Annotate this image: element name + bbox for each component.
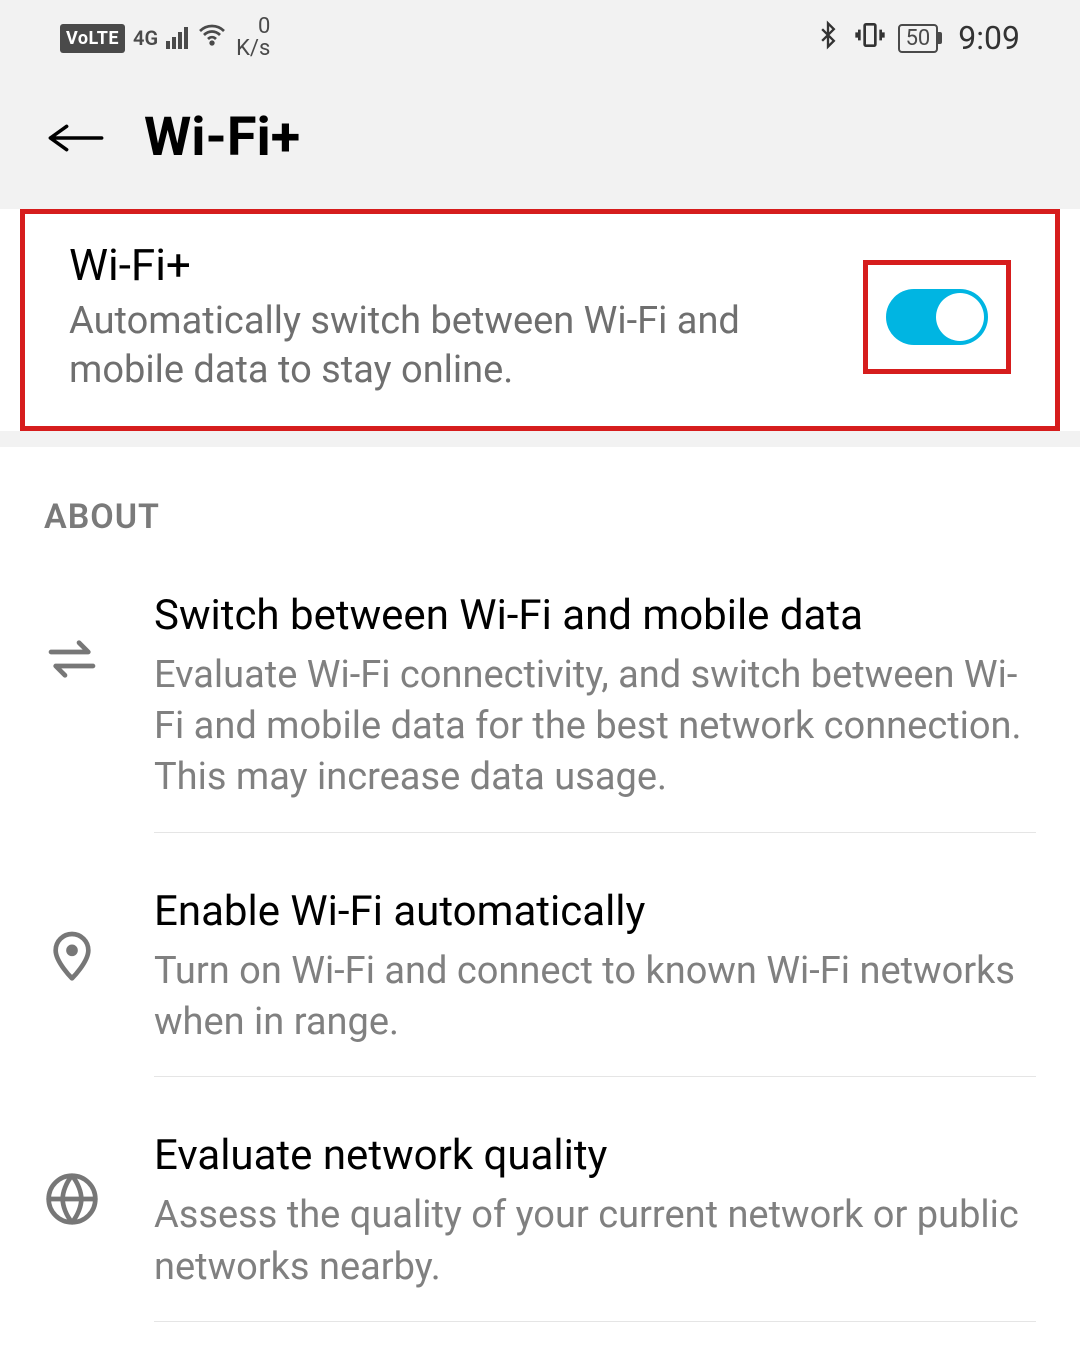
wifi-plus-toggle[interactable] (886, 289, 988, 345)
wifi-icon (196, 19, 228, 58)
about-item-title: Switch between Wi-Fi and mobile data (154, 591, 1036, 640)
about-item-enable: Enable Wi-Fi automatically Turn on Wi-Fi… (0, 863, 1080, 1108)
clock: 9:09 (958, 19, 1020, 57)
about-item-text: Enable Wi-Fi automatically Turn on Wi-Fi… (154, 887, 1036, 1078)
network-type-label: 4G (133, 26, 158, 50)
app-header: Wi-Fi+ (0, 76, 1080, 209)
page-title: Wi-Fi+ (144, 106, 300, 169)
about-section-header: ABOUT (0, 447, 1080, 567)
section-divider (0, 431, 1080, 447)
volte-badge: VoLTE (60, 24, 125, 53)
wifi-plus-toggle-description: Automatically switch between Wi-Fi and m… (69, 297, 823, 396)
data-rate-value: 0 (236, 16, 270, 38)
about-item-evaluate: Evaluate network quality Assess the qual… (0, 1107, 1080, 1352)
about-item-description: Assess the quality of your current netwo… (154, 1190, 1036, 1293)
back-button[interactable] (48, 110, 104, 166)
about-item-title: Evaluate network quality (154, 1131, 1036, 1180)
vibrate-icon (854, 19, 886, 58)
about-item-text: Evaluate network quality Assess the qual… (154, 1131, 1036, 1322)
about-item-description: Turn on Wi-Fi and connect to known Wi-Fi… (154, 946, 1036, 1049)
swap-icon (44, 591, 100, 687)
wifi-plus-info: Wi-Fi+ Automatically switch between Wi-F… (69, 239, 863, 396)
about-item-description: Evaluate Wi-Fi connectivity, and switch … (154, 650, 1036, 804)
about-item-switch: Switch between Wi-Fi and mobile data Eva… (0, 567, 1080, 863)
data-rate-unit: K/s (236, 38, 270, 60)
signal-bars-icon (166, 27, 188, 49)
battery-level: 50 (898, 24, 939, 53)
status-bar: VoLTE 4G 0 K/s 50 9:09 (0, 0, 1080, 76)
about-item-title: Enable Wi-Fi automatically (154, 887, 1036, 936)
toggle-knob (936, 293, 984, 341)
globe-icon (44, 1131, 100, 1227)
wifi-plus-toggle-highlight (863, 260, 1011, 374)
wifi-plus-toggle-row: Wi-Fi+ Automatically switch between Wi-F… (20, 209, 1060, 431)
wifi-plus-toggle-title: Wi-Fi+ (69, 239, 823, 291)
bluetooth-icon (814, 17, 842, 60)
status-right: 50 9:09 (814, 17, 1020, 60)
about-item-text: Switch between Wi-Fi and mobile data Eva… (154, 591, 1036, 833)
location-pin-icon (44, 887, 100, 983)
data-rate: 0 K/s (236, 16, 270, 60)
status-left: VoLTE 4G 0 K/s (60, 16, 270, 60)
